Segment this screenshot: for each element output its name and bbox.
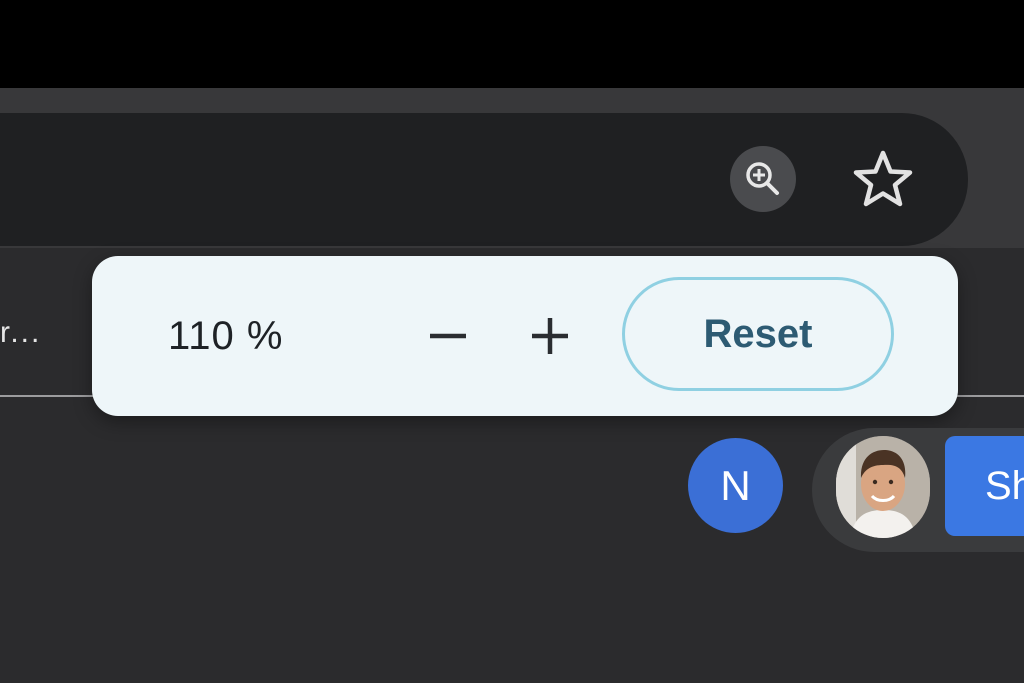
browser-window: r... 110 % Reset N Sh (0, 0, 1024, 683)
profile-initial-avatar[interactable]: N (688, 438, 783, 533)
minus-icon (430, 333, 466, 339)
truncated-tab-title[interactable]: r... (0, 308, 60, 358)
zoom-indicator-button[interactable] (730, 146, 796, 212)
zoom-out-button[interactable] (418, 306, 478, 366)
plus-icon (532, 318, 568, 354)
zoom-level-text: 110 % (168, 314, 284, 358)
window-top-bar (0, 0, 1024, 88)
person-photo-icon (836, 436, 930, 538)
address-bar[interactable] (0, 113, 968, 246)
reset-zoom-button[interactable]: Reset (622, 277, 894, 391)
zoom-in-button[interactable] (520, 306, 580, 366)
user-photo-avatar[interactable] (836, 436, 930, 538)
star-icon (853, 150, 913, 207)
bookmark-button[interactable] (846, 144, 920, 218)
share-button[interactable]: Sh (945, 436, 1024, 536)
zoom-in-icon (746, 162, 779, 195)
